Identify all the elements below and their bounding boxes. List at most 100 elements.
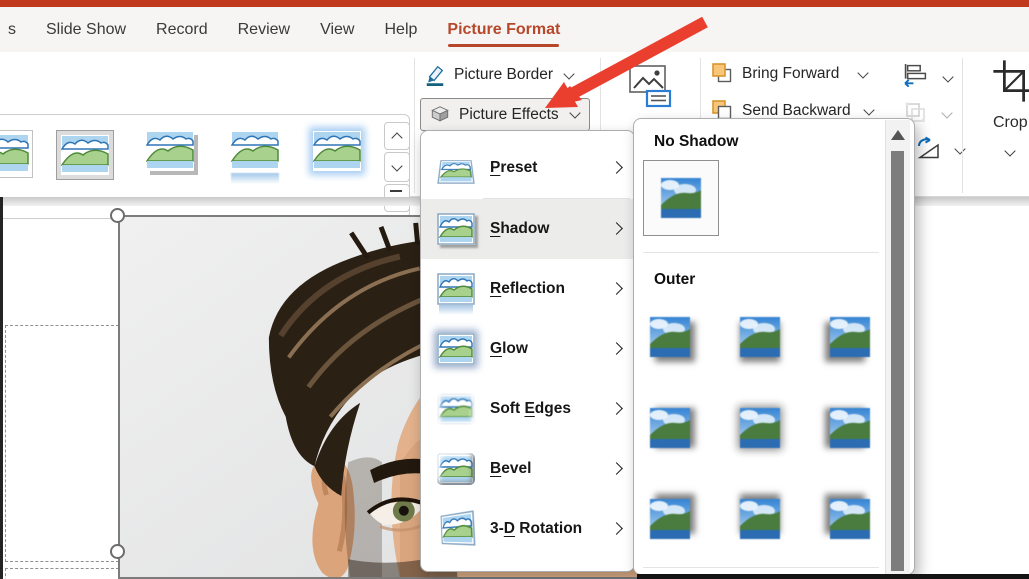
pencil-border-icon: [424, 64, 446, 86]
crop-label: Crop: [993, 114, 1029, 132]
tab-review[interactable]: Review: [238, 21, 290, 39]
menu-item-preset[interactable]: Preset: [421, 138, 634, 198]
rotate-objects-button[interactable]: [916, 136, 964, 165]
tab-record[interactable]: Record: [156, 21, 208, 39]
shadow-submenu: No Shadow Outer: [633, 118, 915, 575]
chevron-up-icon: [391, 132, 402, 143]
content-placeholder[interactable]: [5, 568, 119, 579]
outer-shadow-option-top[interactable]: [738, 497, 782, 541]
picture-style-thumbnail[interactable]: [307, 131, 367, 201]
rotate-objects-icon: [916, 136, 942, 165]
menu-item-soft-edges[interactable]: Soft Edges: [421, 379, 634, 439]
picture-effects-menu: Preset Shadow Reflection Glow Soft Edges Beve…: [420, 130, 635, 572]
bring-forward-icon: [712, 63, 734, 85]
chevron-down-icon: [941, 107, 952, 118]
tab-s[interactable]: s: [8, 21, 16, 39]
gallery-more-icon: [390, 190, 402, 192]
picture-effects-label: Picture Effects: [459, 106, 559, 124]
picture-style-thumbnail[interactable]: [55, 131, 115, 201]
landscape-effect-icon: [437, 333, 475, 365]
landscape-effect-icon: [437, 152, 475, 184]
menu-item-3-d-rotation[interactable]: 3-D Rotation: [421, 499, 634, 559]
outer-shadow-option-top-right[interactable]: [648, 497, 692, 541]
menu-item-label: Reflection: [490, 280, 565, 298]
chevron-down-icon: [942, 71, 953, 82]
menu-item-bevel[interactable]: Bevel: [421, 439, 634, 499]
submenu-arrow-icon: [610, 402, 623, 415]
picture-style-thumbnail[interactable]: [140, 131, 200, 201]
menu-item-label: Bevel: [490, 460, 531, 478]
tab-slide-show[interactable]: Slide Show: [46, 21, 126, 39]
gallery-scroll-up-button[interactable]: [384, 122, 410, 150]
titlebar-accent-strip: [0, 0, 1029, 7]
chevron-down-icon: [563, 68, 574, 79]
landscape-effect-icon: [437, 513, 475, 545]
outer-shadow-option-bottom[interactable]: [738, 315, 782, 359]
submenu-arrow-icon: [610, 222, 623, 235]
landscape-effect-icon: [437, 273, 475, 305]
submenu-divider: [643, 252, 879, 253]
tab-help[interactable]: Help: [384, 21, 417, 39]
powerpoint-window: s Slide Show Record Review View Help Picture F…: [0, 0, 1029, 579]
picture-border-button[interactable]: Picture Border: [424, 64, 573, 86]
scrollbar-thumb[interactable]: [891, 151, 904, 571]
picture-style-thumbnail[interactable]: [225, 131, 285, 201]
alt-text-icon: [626, 95, 672, 112]
menu-item-label: Glow: [490, 340, 528, 358]
menu-item-label: Soft Edges: [490, 400, 571, 418]
submenu-arrow-icon: [610, 282, 623, 295]
submenu-arrow-icon: [610, 522, 623, 535]
align-objects-button[interactable]: [903, 64, 952, 92]
bring-forward-label: Bring Forward: [742, 65, 839, 83]
crop-button[interactable]: [992, 58, 1029, 109]
selection-handle-middle-left[interactable]: [110, 544, 125, 559]
gallery-scroll-down-button[interactable]: [384, 152, 410, 182]
menu-item-label: Preset: [490, 159, 537, 177]
align-objects-icon: [903, 64, 928, 92]
effects-cube-icon: [429, 104, 451, 126]
submenu-arrow-icon: [610, 161, 623, 174]
menu-item-shadow[interactable]: Shadow: [421, 199, 634, 259]
group-divider: [414, 58, 415, 193]
alt-text-button[interactable]: [626, 64, 672, 113]
picture-effects-button[interactable]: Picture Effects: [420, 98, 590, 131]
scroll-up-arrow-icon[interactable]: [891, 130, 905, 140]
menu-item-glow[interactable]: Glow: [421, 319, 634, 379]
landscape-effect-icon: [437, 453, 475, 485]
outer-header: Outer: [654, 271, 695, 289]
submenu-scrollbar[interactable]: [885, 120, 910, 574]
bring-forward-button[interactable]: Bring Forward: [712, 63, 867, 85]
no-shadow-option[interactable]: [643, 160, 719, 236]
chevron-down-icon: [391, 160, 402, 171]
chevron-down-icon: [954, 143, 965, 154]
chevron-down-icon: [863, 104, 874, 115]
ribbon-tabs: s Slide Show Record Review View Help Picture F…: [0, 7, 1029, 52]
outer-shadow-option-right[interactable]: [648, 406, 692, 450]
group-divider: [962, 58, 963, 193]
chevron-down-icon: [858, 67, 869, 78]
outer-shadow-option-center[interactable]: [738, 406, 782, 450]
outer-shadow-option-left[interactable]: [828, 406, 872, 450]
crop-icon: [992, 91, 1029, 108]
picture-style-thumbnail[interactable]: [0, 131, 35, 201]
menu-item-label: Shadow: [490, 220, 549, 238]
menu-bar: s Slide Show Record Review View Help Picture F…: [0, 7, 1029, 52]
outer-shadow-option-bottom-right[interactable]: [648, 315, 692, 359]
outer-shadow-option-top-left[interactable]: [828, 497, 872, 541]
content-placeholder[interactable]: [5, 325, 119, 562]
chevron-down-icon: [1006, 142, 1014, 160]
selection-handle-top-left[interactable]: [110, 208, 125, 223]
bottom-dark-strip: [637, 574, 1029, 579]
tab-view[interactable]: View: [320, 21, 354, 39]
menu-item-reflection[interactable]: Reflection: [421, 259, 634, 319]
landscape-effect-icon: [437, 393, 475, 425]
picture-border-label: Picture Border: [454, 66, 553, 84]
landscape-effect-icon: [437, 213, 475, 245]
chevron-down-icon: [569, 107, 580, 118]
no-shadow-header: No Shadow: [654, 133, 738, 151]
menu-item-label: 3-D Rotation: [490, 520, 582, 538]
tab-picture-format[interactable]: Picture Format: [447, 21, 560, 39]
outer-shadow-option-bottom-left[interactable]: [828, 315, 872, 359]
submenu-arrow-icon: [610, 342, 623, 355]
submenu-divider: [643, 567, 879, 568]
